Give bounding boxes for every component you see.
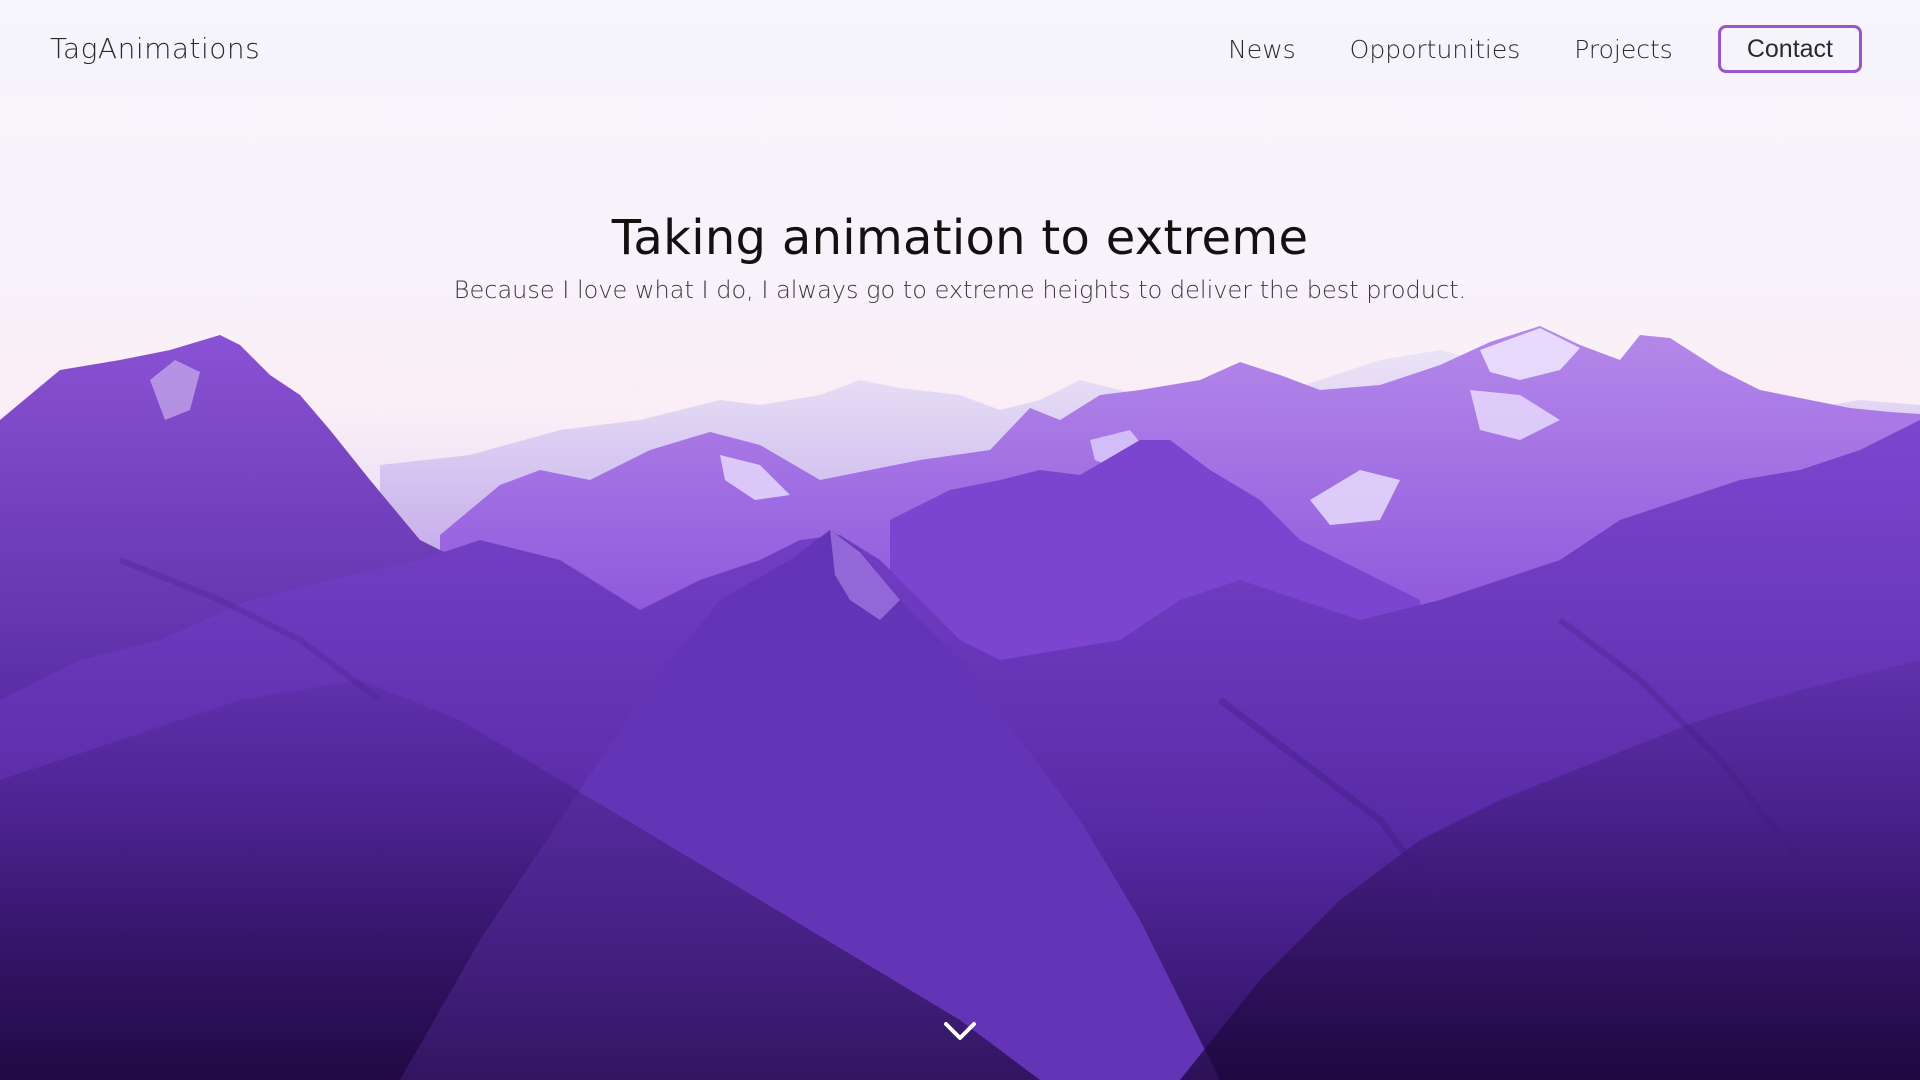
page: TagAnimations News Opportunities Project…	[0, 0, 1920, 1080]
nav-link-news[interactable]: News	[1201, 35, 1323, 64]
nav-links: News Opportunities Projects Contact	[1201, 25, 1862, 73]
hero-section: Taking animation to extreme Because I lo…	[0, 210, 1920, 304]
brand-logo-text[interactable]: TagAnimations	[50, 32, 260, 65]
nav-link-projects[interactable]: Projects	[1547, 35, 1700, 64]
chevron-down-icon[interactable]	[942, 1018, 978, 1044]
nav-link-opportunities[interactable]: Opportunities	[1323, 35, 1548, 64]
hero-title: Taking animation to extreme	[611, 210, 1309, 266]
hero-subtitle: Because I love what I do, I always go to…	[453, 276, 1467, 304]
mountain-background-image	[0, 326, 1920, 1080]
top-navigation: TagAnimations News Opportunities Project…	[0, 0, 1920, 100]
contact-button[interactable]: Contact	[1717, 25, 1862, 73]
